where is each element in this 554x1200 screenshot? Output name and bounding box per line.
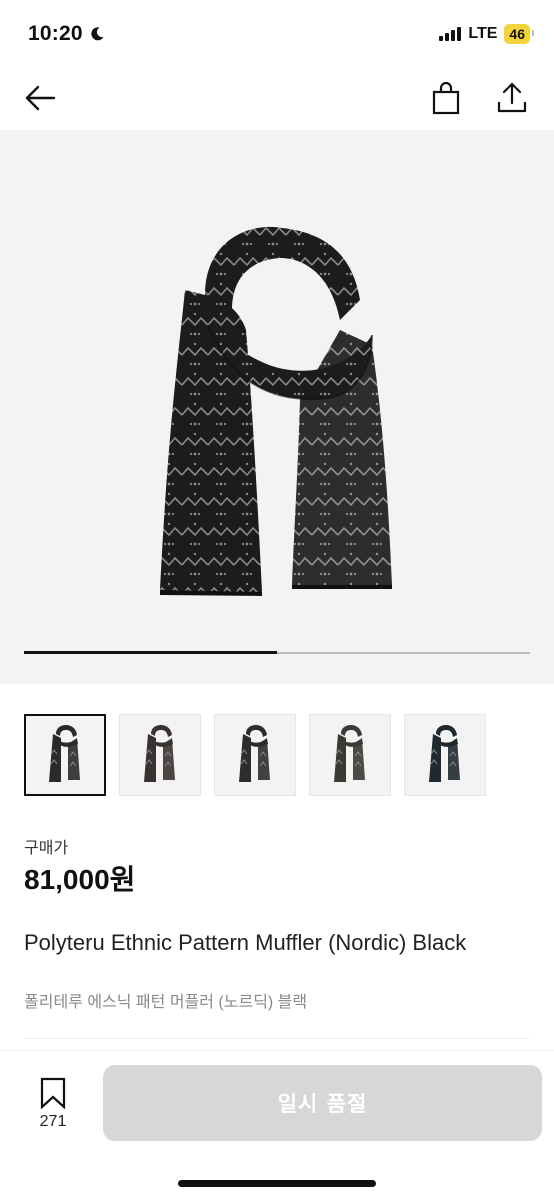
thumbnail-3[interactable]	[214, 714, 296, 796]
share-icon	[497, 82, 527, 113]
back-button[interactable]	[22, 80, 58, 116]
thumbnail-2[interactable]	[119, 714, 201, 796]
back-arrow-icon	[25, 85, 56, 111]
status-bar: 10:20 LTE 46	[0, 0, 554, 66]
signal-icon	[439, 27, 462, 41]
bookmark-icon	[40, 1077, 66, 1109]
wishlist-button[interactable]: 271	[30, 1077, 76, 1131]
product-image-gallery[interactable]	[0, 130, 554, 684]
thumbnail-scarf-image	[334, 725, 365, 782]
divider	[24, 1038, 530, 1039]
thumbnail-1[interactable]	[24, 714, 106, 796]
nav-bar	[0, 66, 554, 130]
gallery-progress	[24, 651, 530, 654]
share-button[interactable]	[494, 80, 530, 116]
product-image	[160, 226, 392, 596]
bottom-action-bar: 271 일시 품절	[0, 1050, 554, 1200]
product-name-korean: 폴리테루 에스닉 패턴 머플러 (노르딕) 블랙	[24, 994, 308, 1011]
shopping-bag-icon	[432, 81, 460, 115]
gallery-progress-fill	[24, 651, 277, 654]
thumbnail-scarf-image	[239, 725, 270, 782]
price-label: 구매가	[24, 840, 69, 857]
clock-text: 10:20	[28, 22, 83, 45]
thumbnail-scarf-image	[144, 725, 175, 782]
battery-badge: 46	[504, 24, 534, 44]
shopping-bag-button[interactable]	[428, 80, 464, 116]
home-indicator	[178, 1180, 376, 1187]
price-value: 81,000원	[24, 864, 136, 895]
sold-out-button[interactable]: 일시 품절	[103, 1065, 542, 1141]
thumbnail-4[interactable]	[309, 714, 391, 796]
thumbnail-scarf-image	[429, 725, 460, 782]
status-indicators: LTE 46	[439, 24, 534, 44]
network-label: LTE	[468, 25, 498, 42]
product-name-english: Polyteru Ethnic Pattern Muffler (Nordic)…	[24, 930, 467, 955]
thumbnail-5[interactable]	[404, 714, 486, 796]
thumbnail-scarf-image	[49, 725, 80, 782]
thumbnail-strip	[24, 714, 486, 796]
wishlist-count: 271	[39, 1113, 67, 1130]
status-time: 10:20	[28, 22, 105, 46]
moon-icon	[91, 27, 104, 41]
